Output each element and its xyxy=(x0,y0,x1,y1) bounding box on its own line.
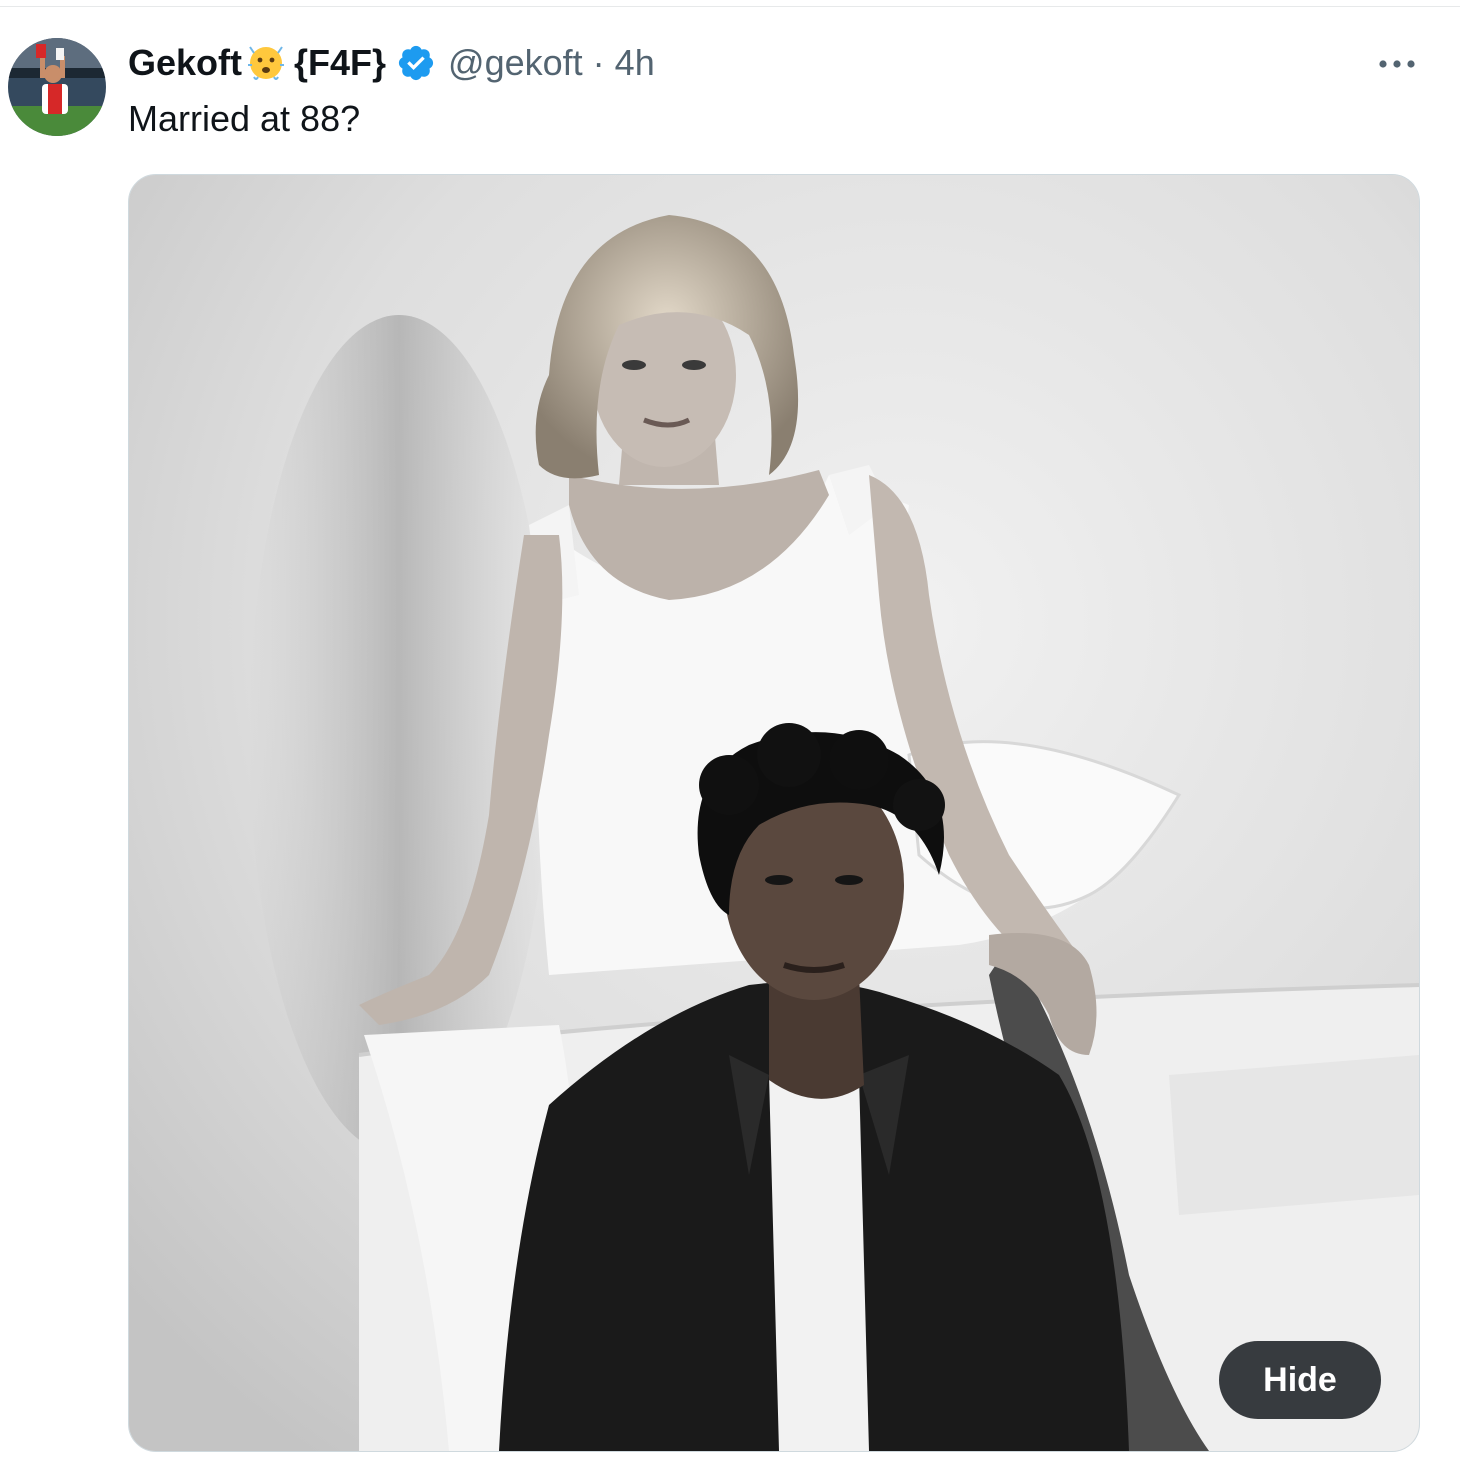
more-options-button[interactable] xyxy=(1370,44,1424,84)
tweet[interactable]: Gekoft {F4F} @gekoft · 4h Married at 88?… xyxy=(0,0,1460,1482)
author-name-suffix[interactable]: {F4F} xyxy=(294,38,386,88)
media-photo xyxy=(129,175,1419,1451)
author-display-name[interactable]: Gekoft xyxy=(128,38,242,88)
author-handle[interactable]: @gekoft xyxy=(448,38,583,88)
tweet-media[interactable] xyxy=(128,174,1420,1452)
more-horizontal-icon xyxy=(1379,60,1415,68)
verified-badge-icon xyxy=(396,43,436,83)
tweet-timestamp[interactable]: 4h xyxy=(615,38,655,88)
tweet-header: Gekoft {F4F} @gekoft · 4h xyxy=(128,38,655,88)
face-holding-back-tears-emoji xyxy=(244,41,288,85)
author-avatar[interactable] xyxy=(8,38,106,136)
separator-dot: · xyxy=(592,42,605,83)
tweet-text: Married at 88? xyxy=(128,98,361,139)
avatar-image xyxy=(8,38,106,136)
hide-media-button[interactable]: Hide xyxy=(1219,1341,1381,1419)
